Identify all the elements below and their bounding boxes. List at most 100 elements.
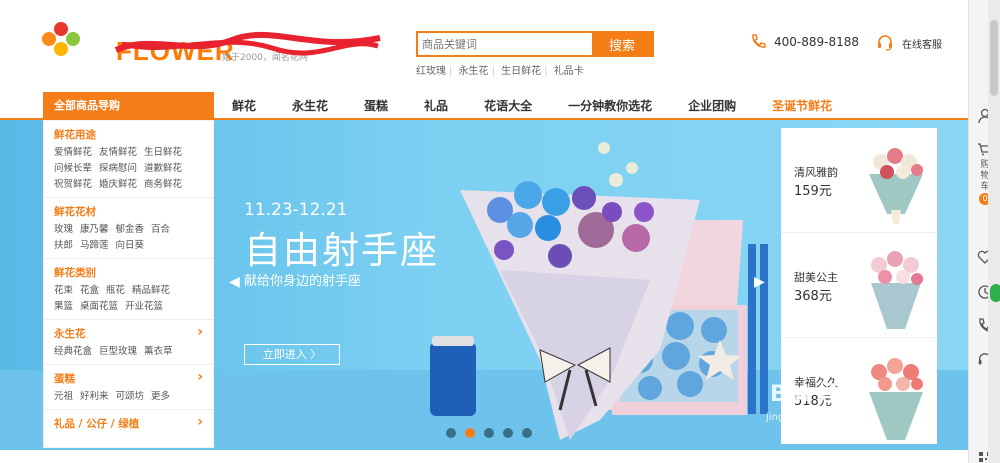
hot-keyword-link[interactable]: 红玫瑰	[416, 66, 446, 77]
category-link[interactable]: 更多	[151, 391, 170, 402]
category-link[interactable]: 郁金香	[116, 224, 145, 235]
product-image[interactable]	[861, 344, 931, 440]
category-title[interactable]: 永生花	[54, 326, 213, 341]
logo-petal	[42, 32, 56, 46]
category-link[interactable]: 瓶花	[106, 285, 125, 296]
hot-keyword-link[interactable]: 礼品卡	[554, 66, 584, 77]
category-link[interactable]: 道歉鲜花	[144, 163, 182, 174]
category-link[interactable]: 玫瑰	[54, 224, 73, 235]
category-link[interactable]: 扶郎	[54, 240, 73, 251]
chevron-right-icon[interactable]: ›	[197, 414, 203, 430]
category-type[interactable]: 鲜花类别 花束 花盒 瓶花 精品鲜花 果篮 桌面花篮 开业花篮	[44, 259, 213, 320]
search-input[interactable]	[418, 33, 594, 55]
chevron-right-icon[interactable]: ›	[197, 369, 203, 385]
carousel-dot[interactable]	[446, 428, 456, 438]
nav-items: 鲜花 永生花 蛋糕 礼品 花语大全 一分钟教你选花 企业团购 圣诞节鲜花	[232, 92, 868, 120]
category-link[interactable]: 友情鲜花	[99, 147, 137, 158]
category-link[interactable]: 开业花篮	[125, 301, 163, 312]
nav-item-preserved-flowers[interactable]: 永生花	[292, 92, 328, 120]
hotline-number: 400-889-8188	[774, 35, 860, 49]
category-title[interactable]: 蛋糕	[54, 371, 213, 386]
all-categories-button[interactable]: 全部商品导购	[43, 92, 214, 120]
category-link[interactable]: 祝贺鲜花	[54, 179, 92, 190]
baidu-watermark-url: jingyan.baidu.com	[766, 412, 859, 423]
hot-keyword-link[interactable]: 生日鲜花	[501, 66, 541, 77]
category-usage[interactable]: 鲜花用途 爱情鲜花 友情鲜花 生日鲜花 问候长辈 探病慰问 道歉鲜花 祝贺鲜花 婚庆鲜花商…	[44, 121, 213, 198]
nav-item-cake[interactable]: 蛋糕	[364, 92, 388, 120]
category-link[interactable]: 婚庆鲜花	[99, 179, 137, 190]
headset-icon	[878, 35, 892, 51]
product-image[interactable]	[861, 134, 931, 226]
chevron-right-icon[interactable]: ›	[197, 324, 203, 340]
hotline: 400-889-8188	[750, 34, 859, 50]
category-link[interactable]: 马蹄莲	[80, 240, 109, 251]
search-box: 搜索	[416, 31, 654, 57]
category-preserved[interactable]: 永生花 › 经典花盒 巨型玫瑰 薰衣草	[44, 320, 213, 365]
category-title[interactable]: 鲜花类别	[54, 265, 213, 280]
nav-item-flowers[interactable]: 鲜花	[232, 92, 256, 120]
product-price: 159元	[794, 184, 832, 199]
category-link[interactable]: 经典花盒	[54, 346, 92, 357]
category-link[interactable]: 商务鲜花	[144, 179, 182, 190]
phone-icon	[752, 34, 766, 48]
promo-date: 11.23-12.21	[244, 200, 348, 220]
category-link[interactable]: 果篮	[54, 301, 73, 312]
carousel-dot[interactable]	[503, 428, 513, 438]
online-service-label: 在线客服	[902, 39, 942, 51]
product-price: 368元	[794, 289, 832, 304]
product-image[interactable]	[861, 239, 931, 335]
category-link[interactable]: 百合	[151, 224, 170, 235]
category-title[interactable]: 鲜花用途	[54, 127, 213, 142]
hot-keyword-link[interactable]: 永生花	[459, 66, 489, 77]
category-link[interactable]: 元祖	[54, 391, 73, 402]
site-logo[interactable]: FLOWER 始于2000，闻名花网	[42, 22, 381, 68]
page-scrollbar[interactable]	[988, 0, 1000, 463]
category-link[interactable]: 生日鲜花	[144, 147, 182, 158]
category-link[interactable]: 精品鲜花	[132, 285, 170, 296]
carousel-dot[interactable]	[484, 428, 494, 438]
category-material[interactable]: 鲜花花材 玫瑰 康乃馨 郁金香 百合 扶郎 马蹄莲 向日葵	[44, 198, 213, 259]
logo-petal	[54, 42, 68, 56]
category-title[interactable]: 礼品 / 公仔 / 绿植	[54, 416, 213, 431]
nav-item-corporate[interactable]: 企业团购	[688, 92, 736, 120]
category-link[interactable]: 爱情鲜花	[54, 147, 92, 158]
nav-item-flower-language[interactable]: 花语大全	[484, 92, 532, 120]
category-cake[interactable]: 蛋糕 › 元祖 好利来 可颂坊 更多	[44, 365, 213, 410]
carousel-dot-active[interactable]	[465, 428, 475, 438]
product-card[interactable]: 甜美公主 368元	[781, 233, 937, 338]
main-nav: 全部商品导购 鲜花 永生花 蛋糕 礼品 花语大全 一分钟教你选花 企业团购 圣诞…	[0, 92, 968, 120]
category-gifts[interactable]: 礼品 / 公仔 / 绿植 ›	[44, 410, 213, 438]
category-link[interactable]: 花盒	[80, 285, 99, 296]
search-button[interactable]: 搜索	[592, 33, 652, 55]
redaction-scribble	[114, 31, 381, 56]
carousel-dot[interactable]	[522, 428, 532, 438]
promo-title: 自由射手座	[244, 229, 439, 272]
scrollbar-thumb[interactable]	[990, 20, 998, 96]
category-link[interactable]: 康乃馨	[80, 224, 109, 235]
category-link[interactable]: 可颂坊	[116, 391, 145, 402]
product-name[interactable]: 甜美公主	[794, 269, 838, 285]
category-menu: 鲜花用途 爱情鲜花 友情鲜花 生日鲜花 问候长辈 探病慰问 道歉鲜花 祝贺鲜花 婚庆鲜花商…	[43, 120, 214, 448]
nav-item-gifts[interactable]: 礼品	[424, 92, 448, 120]
product-card[interactable]: 清风雅韵 159元	[781, 128, 937, 233]
category-link[interactable]: 向日葵	[116, 240, 145, 251]
category-link[interactable]: 问候长辈	[54, 163, 92, 174]
carousel-next-icon[interactable]: ▶	[754, 274, 765, 290]
product-name[interactable]: 清风雅韵	[794, 164, 838, 180]
category-title[interactable]: 鲜花花材	[54, 204, 213, 219]
nav-item-christmas[interactable]: 圣诞节鲜花	[772, 92, 832, 120]
floating-green-handle[interactable]	[990, 284, 1000, 302]
category-link[interactable]: 薰衣草	[144, 346, 173, 357]
logo-petal	[66, 32, 80, 46]
category-link[interactable]: 探病慰问	[99, 163, 137, 174]
category-link[interactable]: 桌面花篮	[80, 301, 118, 312]
enter-now-button[interactable]: 立即进入 〉	[244, 344, 340, 365]
category-link[interactable]: 花束	[54, 285, 73, 296]
category-link[interactable]: 好利来	[80, 391, 109, 402]
header: FLOWER 始于2000，闻名花网 搜索 红玫瑰| 永生花| 生日鲜花| 礼品…	[0, 0, 968, 92]
carousel-dots	[446, 428, 541, 438]
category-link[interactable]: 巨型玫瑰	[99, 346, 137, 357]
online-service[interactable]: 在线客服	[876, 34, 942, 52]
carousel-prev-icon[interactable]: ◀	[229, 274, 240, 290]
nav-item-guide[interactable]: 一分钟教你选花	[568, 92, 652, 120]
